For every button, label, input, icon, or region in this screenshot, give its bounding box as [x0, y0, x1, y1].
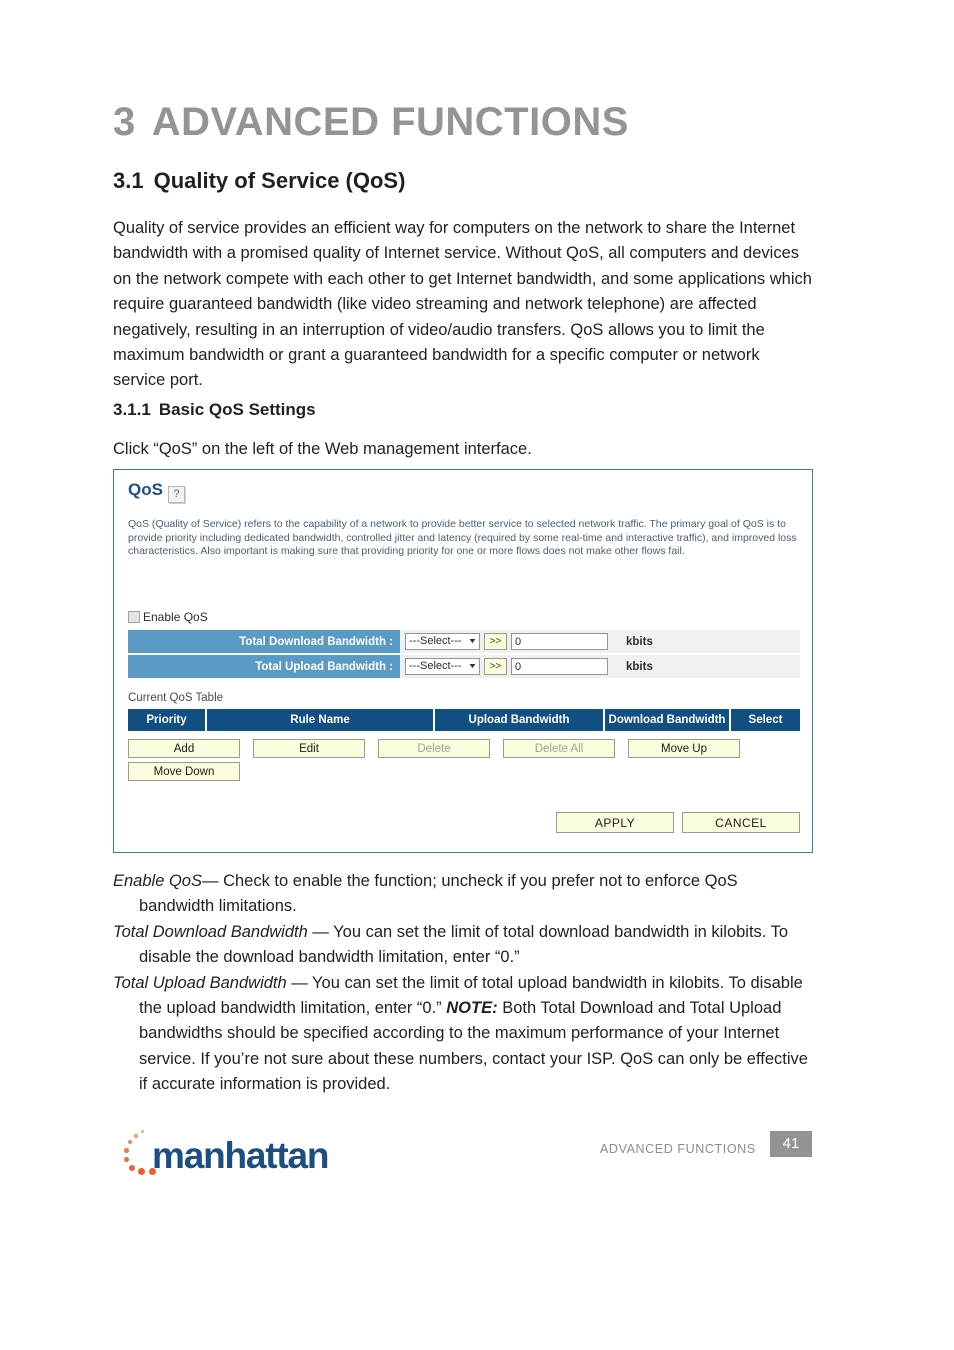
delete-all-button[interactable]: Delete All [503, 739, 615, 758]
section-title-text: Quality of Service (QoS) [153, 168, 406, 193]
chapter-number: 3 [113, 100, 136, 144]
definition-term: Total Upload Bandwidth [113, 973, 292, 992]
section-number: 3.1 [113, 168, 144, 193]
column-header-upload-bandwidth: Upload Bandwidth [434, 709, 605, 731]
current-qos-table-caption: Current QoS Table [128, 692, 224, 704]
definition-total-upload-bandwidth: Total Upload Bandwidth — You can set the… [113, 971, 815, 1098]
table-row: Total Upload Bandwidth : ---Select--- ▼ … [128, 654, 800, 680]
page-number-badge: 41 [770, 1131, 812, 1157]
definition-dash: — [312, 922, 329, 941]
column-header-priority: Priority [128, 709, 207, 731]
table-row: Total Download Bandwidth : ---Select--- … [128, 630, 800, 655]
qos-action-buttons-row-2: Move Down [128, 762, 800, 781]
apply-button[interactable]: APPLY [556, 812, 674, 833]
logo-dot [124, 1157, 129, 1162]
chapter-title-text: ADVANCED FUNCTIONS [151, 100, 629, 144]
edit-button[interactable]: Edit [253, 739, 365, 758]
logo-wordmark: manhattan [152, 1135, 329, 1176]
upload-bandwidth-select-value: ---Select--- [409, 660, 462, 672]
subsection-heading: 3.1.1 Basic QoS Settings [113, 400, 316, 420]
upload-bandwidth-unit: kbits [626, 660, 653, 673]
total-upload-bandwidth-controls: ---Select--- ▼ >> 0 kbits [400, 654, 800, 680]
manhattan-logo: manhattan [113, 1125, 329, 1181]
upload-bandwidth-select[interactable]: ---Select--- ▼ [405, 658, 480, 675]
logo-dot [124, 1148, 129, 1153]
total-upload-bandwidth-label: Total Upload Bandwidth : [128, 654, 400, 680]
download-bandwidth-input[interactable]: 0 [511, 633, 608, 650]
column-header-select: Select [730, 709, 800, 731]
delete-button[interactable]: Delete [378, 739, 490, 758]
upload-bandwidth-apply-button[interactable]: >> [484, 658, 507, 675]
column-header-download-bandwidth: Download Bandwidth [604, 709, 731, 731]
total-download-bandwidth-label: Total Download Bandwidth : [128, 630, 400, 655]
table-header-row: Priority Rule Name Upload Bandwidth Down… [128, 709, 800, 731]
move-down-button[interactable]: Move Down [128, 762, 240, 781]
subsection-number: 3.1.1 [113, 400, 151, 419]
definition-note-label: NOTE: [446, 999, 498, 1018]
logo-dot [138, 1168, 145, 1175]
definition-enable-qos: Enable QoS— Check to enable the function… [113, 869, 815, 920]
bandwidth-settings-table: Total Download Bandwidth : ---Select--- … [128, 630, 800, 680]
logo-dot [129, 1165, 135, 1171]
definition-dash: — [201, 872, 219, 890]
add-button[interactable]: Add [128, 739, 240, 758]
enable-qos-row[interactable]: Enable QoS [128, 610, 208, 624]
logo-dot [128, 1140, 132, 1144]
move-up-button[interactable]: Move Up [628, 739, 740, 758]
logo-dot [141, 1130, 144, 1133]
qos-form-footer-buttons: APPLY CANCEL [128, 812, 800, 833]
total-download-bandwidth-controls: ---Select--- ▼ >> 0 kbits [400, 630, 800, 655]
chevron-down-icon: ▼ [467, 663, 478, 670]
qos-action-buttons-row-1: Add Edit Delete Delete All Move Up [128, 739, 800, 758]
enable-qos-checkbox[interactable] [128, 611, 140, 623]
cancel-button[interactable]: CANCEL [682, 812, 800, 833]
intro-paragraph: Quality of service provides an efficient… [113, 219, 812, 390]
running-head: ADVANCED FUNCTIONS [600, 1142, 756, 1156]
logo-dot [134, 1134, 138, 1138]
document-page: 3 ADVANCED FUNCTIONS 3.1 Quality of Servic… [0, 0, 954, 1350]
definition-term: Enable QoS [113, 872, 202, 890]
download-bandwidth-unit: kbits [626, 635, 653, 648]
upload-bandwidth-input[interactable]: 0 [511, 658, 608, 675]
qos-panel-title: QoS? [128, 480, 185, 503]
definition-term: Total Download Bandwidth [113, 922, 313, 941]
definition-total-download-bandwidth: Total Download Bandwidth — You can set t… [113, 920, 815, 971]
definition-text: Check to enable the function; uncheck if… [139, 872, 738, 916]
definition-dash: — [291, 973, 308, 992]
current-qos-table: Priority Rule Name Upload Bandwidth Down… [128, 709, 800, 731]
chapter-heading: 3 ADVANCED FUNCTIONS [113, 100, 629, 145]
column-header-rule-name: Rule Name [206, 709, 435, 731]
help-icon[interactable]: ? [167, 486, 185, 503]
download-bandwidth-select-value: ---Select--- [409, 635, 462, 647]
qos-screenshot-panel: QoS? QoS (Quality of Service) refers to … [113, 469, 813, 853]
download-bandwidth-apply-button[interactable]: >> [484, 633, 507, 650]
download-bandwidth-select[interactable]: ---Select--- ▼ [405, 633, 480, 650]
qos-action-buttons: Add Edit Delete Delete All Move Up Move … [128, 739, 800, 785]
section-heading: 3.1 Quality of Service (QoS) [113, 168, 405, 194]
instruction-line: Click “QoS” on the left of the Web manag… [113, 440, 532, 458]
enable-qos-label: Enable QoS [143, 610, 208, 624]
chevron-down-icon: ▼ [467, 638, 478, 645]
subsection-title-text: Basic QoS Settings [158, 400, 316, 419]
definition-list: Enable QoS— Check to enable the function… [113, 869, 815, 1098]
qos-panel-title-text: QoS [128, 480, 163, 499]
qos-description: QoS (Quality of Service) refers to the c… [128, 518, 797, 558]
